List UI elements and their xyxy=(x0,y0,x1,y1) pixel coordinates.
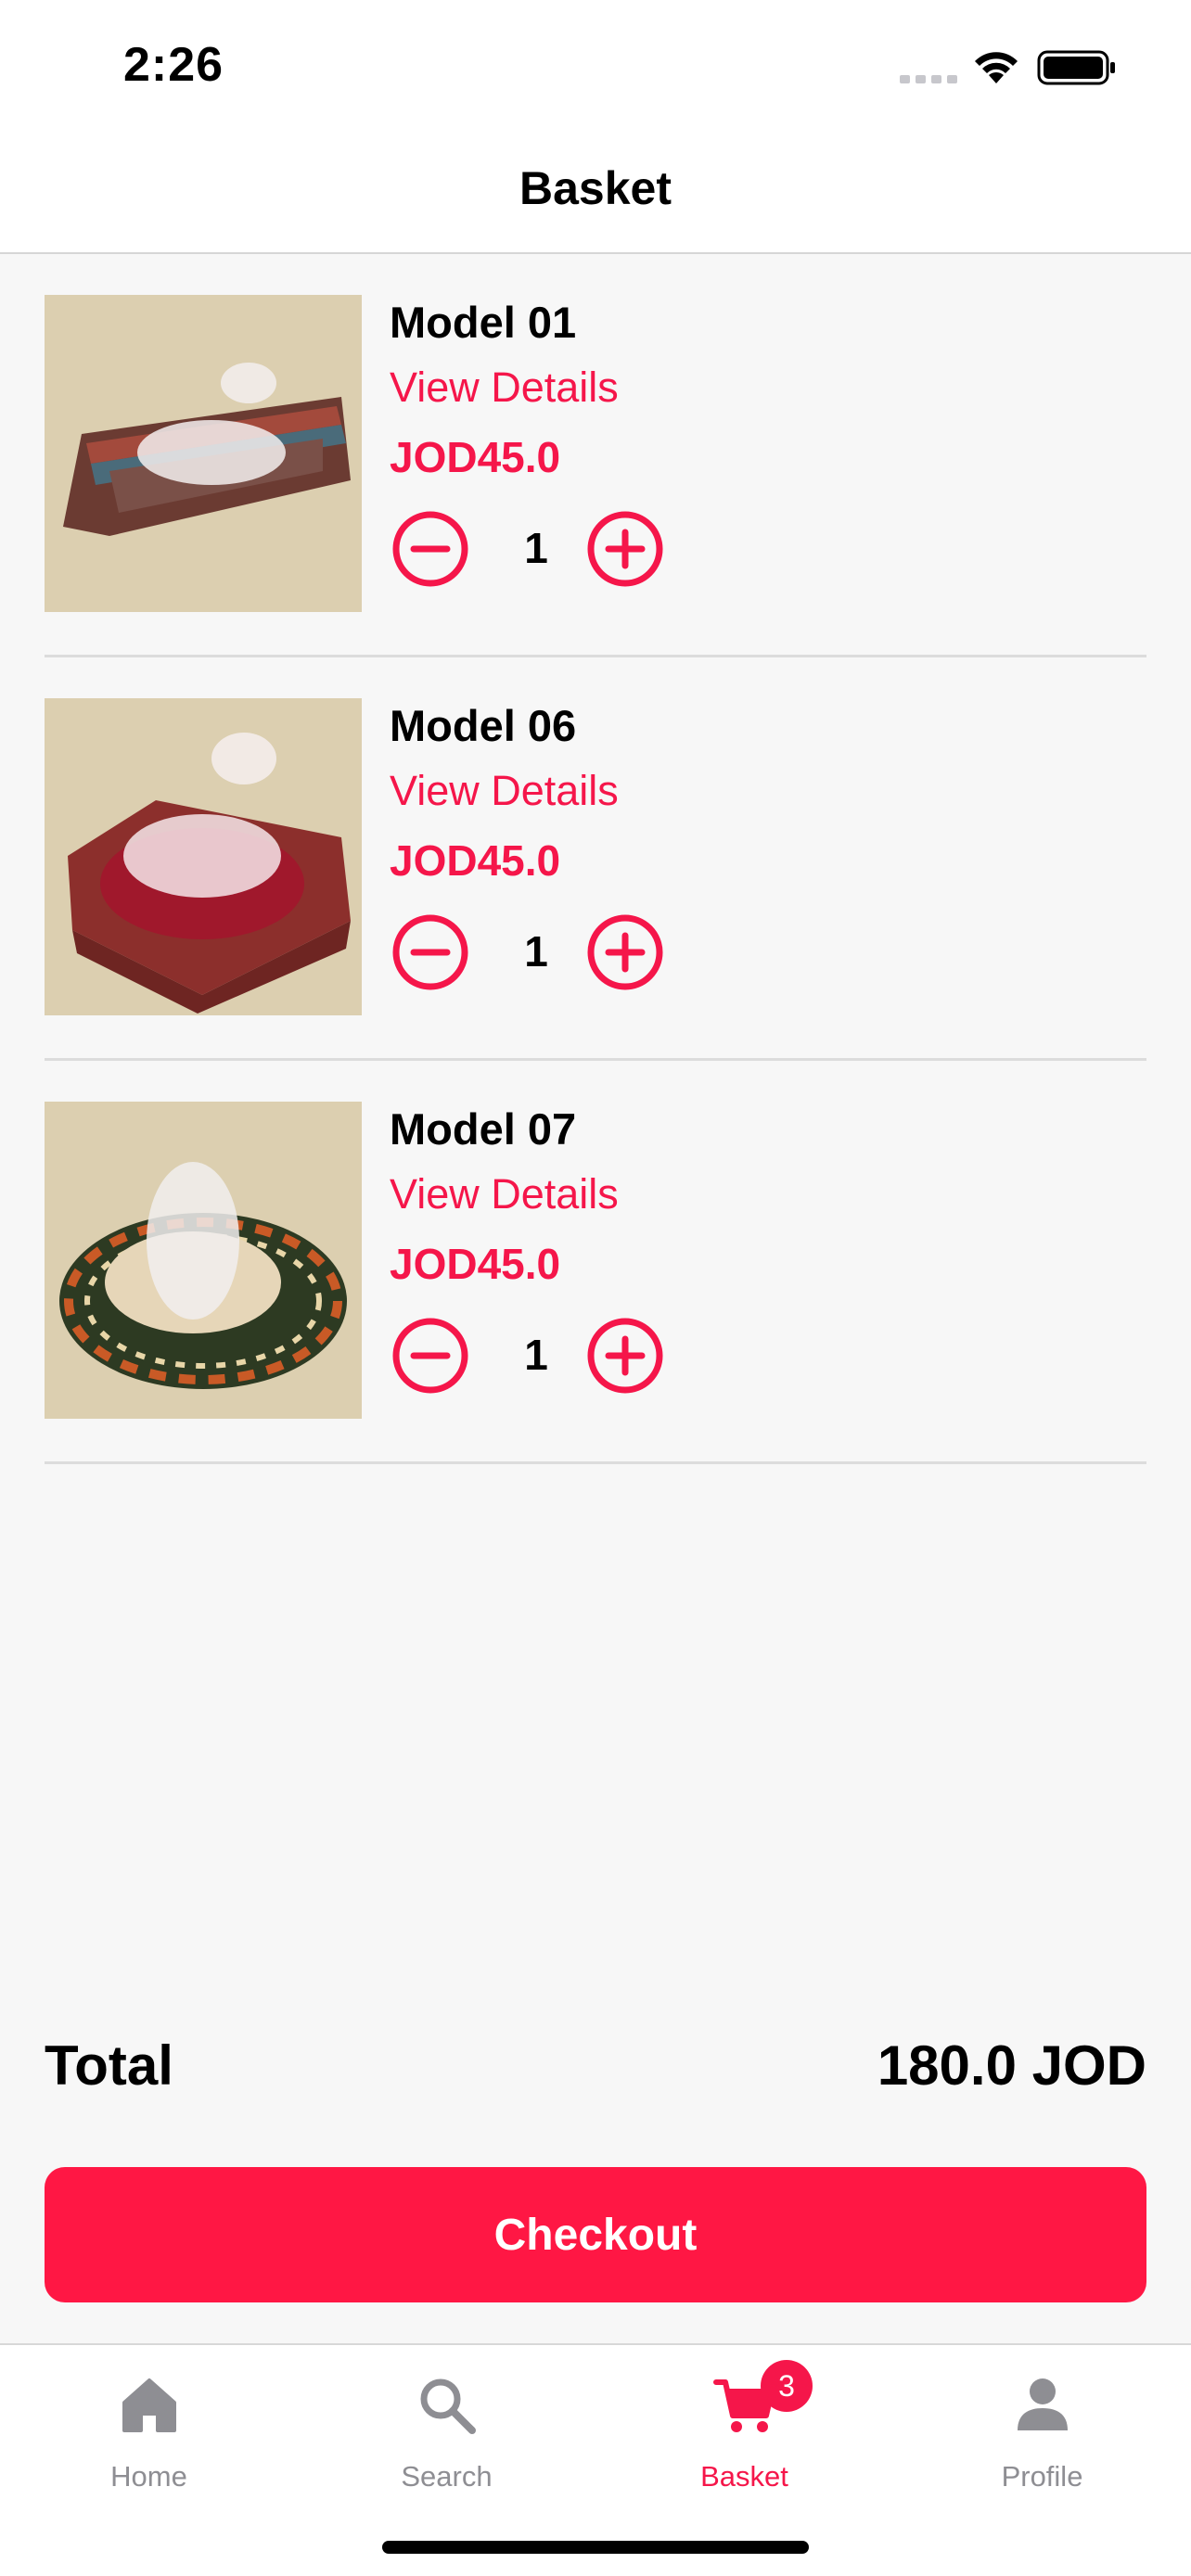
minus-circle-icon xyxy=(392,914,468,990)
view-details-link[interactable]: View Details xyxy=(390,767,619,815)
decrease-quantity-button[interactable] xyxy=(391,1317,469,1395)
total-value: 180.0 JOD xyxy=(877,2034,1146,2097)
tab-basket[interactable]: 3 Basket xyxy=(596,2345,893,2503)
view-details-link[interactable]: View Details xyxy=(390,1170,619,1218)
product-image xyxy=(45,698,362,1015)
plus-circle-icon xyxy=(587,914,663,990)
checkout-button[interactable]: Checkout xyxy=(45,2167,1146,2302)
decrease-quantity-button[interactable] xyxy=(391,913,469,991)
product-price: JOD45.0 xyxy=(390,1240,561,1288)
total-label: Total xyxy=(45,2034,173,2097)
tab-home[interactable]: Home xyxy=(0,2345,298,2503)
signal-icon xyxy=(900,75,957,83)
plus-circle-icon xyxy=(587,1318,663,1394)
minus-circle-icon xyxy=(392,1318,468,1394)
home-icon xyxy=(117,2373,182,2438)
product-price: JOD45.0 xyxy=(390,836,561,885)
increase-quantity-button[interactable] xyxy=(586,510,664,588)
search-icon xyxy=(415,2373,480,2438)
battery-icon xyxy=(1037,50,1115,85)
increase-quantity-button[interactable] xyxy=(586,1317,664,1395)
plus-circle-icon xyxy=(587,511,663,587)
view-details-link[interactable]: View Details xyxy=(390,363,619,412)
tab-label: Home xyxy=(110,2460,187,2493)
basket-item: Model 06 View Details JOD45.0 1 xyxy=(45,657,1146,1061)
quantity-value: 1 xyxy=(524,524,548,572)
status-bar: 2:26 xyxy=(0,0,1191,139)
tab-label: Search xyxy=(401,2460,493,2493)
product-name: Model 01 xyxy=(390,298,577,347)
tab-label: Profile xyxy=(1001,2460,1083,2493)
page-title: Basket xyxy=(519,162,672,214)
product-name: Model 07 xyxy=(390,1104,577,1154)
cart-badge: 3 xyxy=(761,2360,813,2412)
product-image xyxy=(45,1102,362,1419)
quantity-value: 1 xyxy=(524,927,548,976)
product-price: JOD45.0 xyxy=(390,433,561,481)
minus-circle-icon xyxy=(392,511,468,587)
product-image xyxy=(45,295,362,612)
status-time: 2:26 xyxy=(123,38,224,92)
basket-item: Model 01 View Details JOD45.0 1 xyxy=(45,254,1146,657)
nav-bar: Basket xyxy=(0,139,1191,254)
wifi-icon xyxy=(975,52,1018,83)
product-name: Model 06 xyxy=(390,701,577,750)
profile-icon xyxy=(1010,2373,1075,2438)
tab-label: Basket xyxy=(700,2460,788,2493)
decrease-quantity-button[interactable] xyxy=(391,510,469,588)
quantity-value: 1 xyxy=(524,1331,548,1379)
tab-profile[interactable]: Profile xyxy=(893,2345,1191,2503)
home-indicator xyxy=(382,2541,809,2554)
tab-search[interactable]: Search xyxy=(298,2345,596,2503)
basket-item: Model 07 View Details JOD45.0 1 xyxy=(45,1061,1146,1464)
increase-quantity-button[interactable] xyxy=(586,913,664,991)
